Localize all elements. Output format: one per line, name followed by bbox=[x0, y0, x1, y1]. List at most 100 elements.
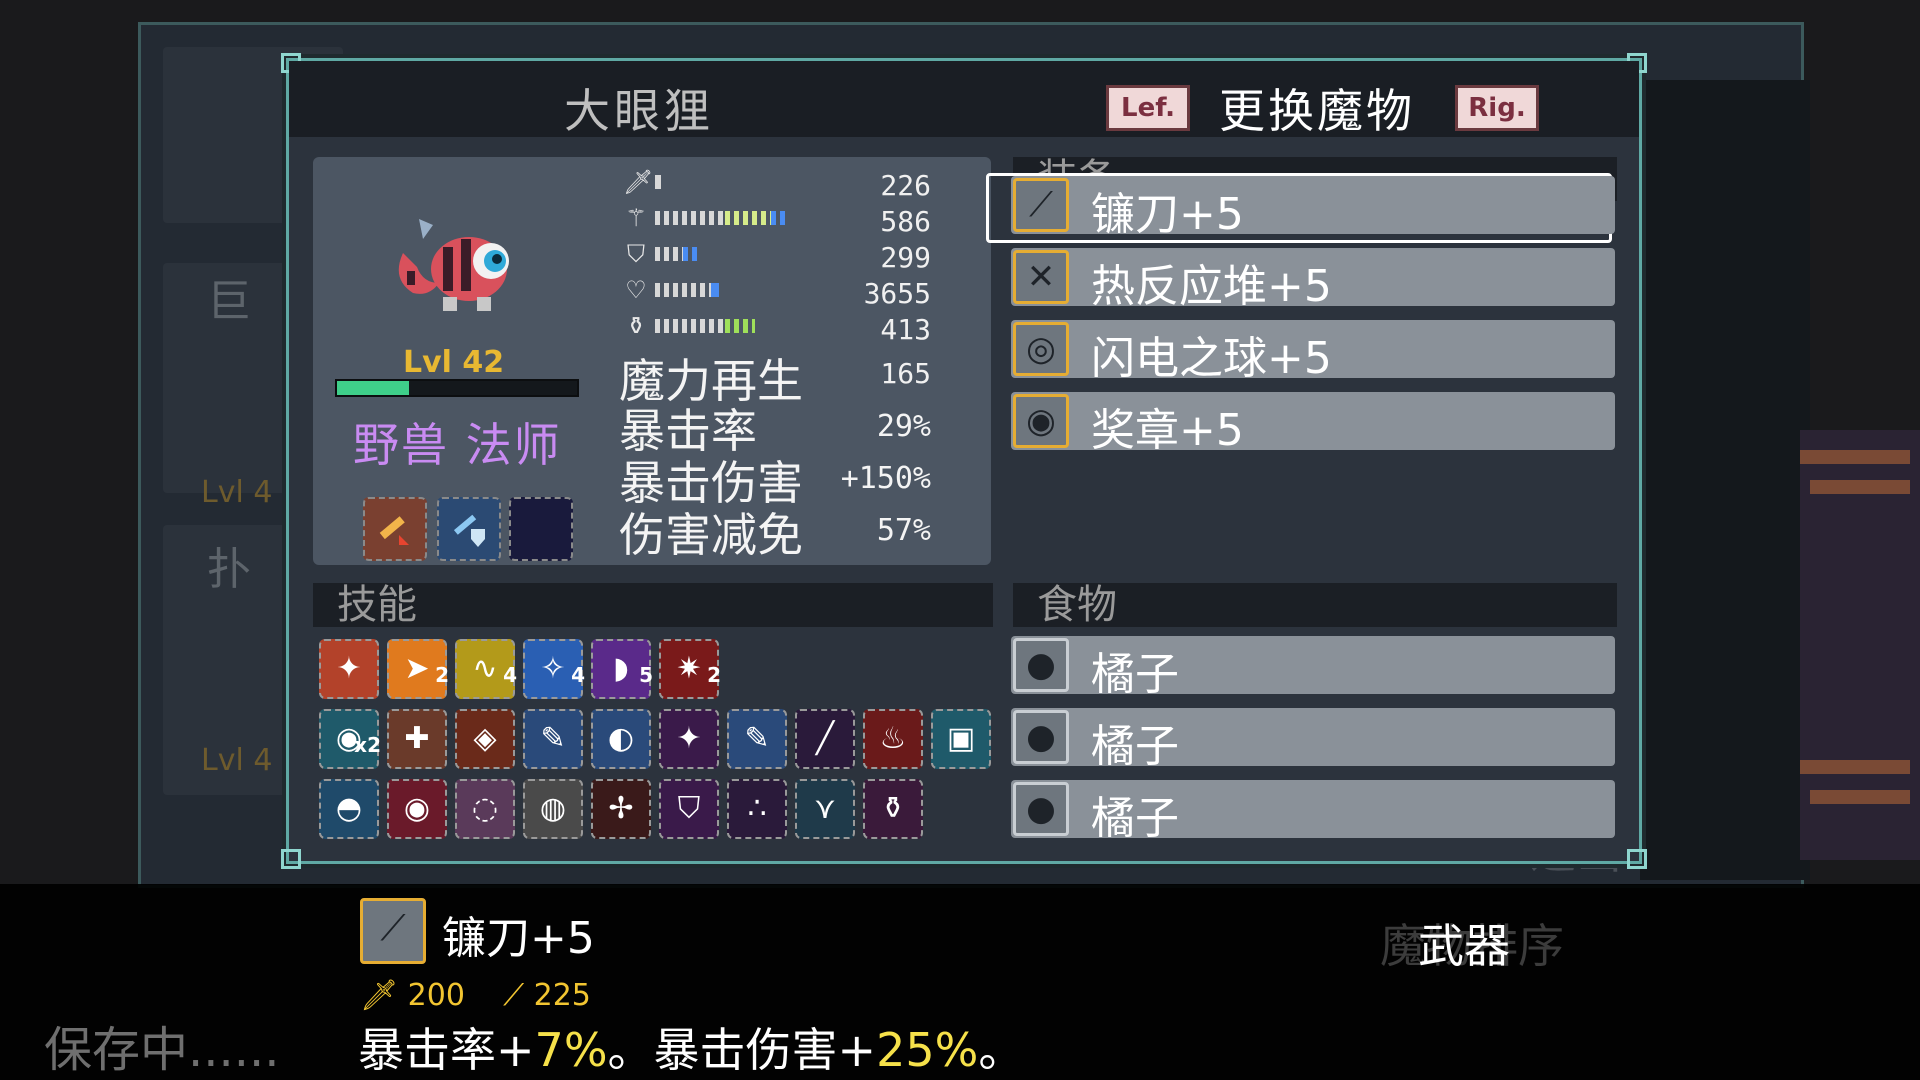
skill-stack-count: 4 bbox=[503, 663, 517, 687]
defense-stat-bar bbox=[655, 247, 683, 261]
skill-icon[interactable]: ◗ 5 bbox=[591, 639, 653, 699]
skill-icon[interactable]: ◉ bbox=[387, 779, 447, 839]
attack-stat-bar bbox=[655, 175, 661, 189]
magic-stat-bar bbox=[655, 211, 725, 225]
attack-up-icon[interactable] bbox=[363, 497, 427, 561]
selected-item-stats: 🗡 200 ⟋ 225 bbox=[360, 978, 591, 1013]
skill-icon[interactable]: ▣ bbox=[931, 709, 991, 769]
skill-stack-count: 4 bbox=[571, 663, 585, 687]
selected-item-description: 暴击率+7%。暴击伤害+25%。 bbox=[358, 1014, 1024, 1080]
food-header: 食物 bbox=[1013, 583, 1617, 627]
mana-value: 413 bbox=[880, 313, 931, 346]
skill-stack-count: 5 bbox=[639, 663, 653, 687]
desc-part: 暴击率+ bbox=[358, 1023, 535, 1077]
damage-reduction-value: 57% bbox=[876, 513, 931, 548]
food-slot-2[interactable]: ● 橘子 bbox=[1011, 708, 1615, 772]
modal-header: 大眼狸 Lef. 更换魔物 Rig. bbox=[289, 61, 1639, 138]
magic-value: 586 bbox=[880, 205, 931, 238]
bg-monster-level: Lvl 4 bbox=[201, 743, 273, 778]
equipment-slot-2[interactable]: ✕ 热反应堆+5 bbox=[1011, 248, 1615, 312]
skill-icon[interactable]: ✎ bbox=[523, 709, 583, 769]
mana-stat-bar-bonus bbox=[725, 319, 755, 333]
skill-icon[interactable]: ∴ bbox=[727, 779, 787, 839]
monster-name: 大眼狸 bbox=[564, 84, 714, 138]
desc-part: 。暴击伤害+ bbox=[607, 1023, 877, 1077]
skill-icon[interactable]: ◌ bbox=[455, 779, 515, 839]
equipment-label: 闪电之球+5 bbox=[1091, 333, 1332, 384]
skill-stack-count: 2 bbox=[435, 663, 449, 687]
equipment-slot-weapon[interactable]: ⟋ 镰刀+5 bbox=[1011, 176, 1615, 240]
crit-rate-value: 29% bbox=[876, 409, 931, 444]
selected-item-type: 武器 bbox=[1418, 919, 1510, 973]
magic-shield-icon[interactable] bbox=[437, 497, 501, 561]
monster-sprite bbox=[398, 219, 509, 311]
skill-icon[interactable]: ♨ bbox=[863, 709, 923, 769]
medal-icon: ◉ bbox=[1013, 394, 1069, 448]
desc-highlight: 25% bbox=[876, 1023, 979, 1077]
skill-icon[interactable]: ⛉ bbox=[659, 779, 719, 839]
prev-monster-button[interactable]: Lef. bbox=[1106, 85, 1190, 131]
orange-icon: ● bbox=[1013, 638, 1069, 692]
damage-reduction-label: 伤害减免 bbox=[619, 508, 803, 562]
stats-panel: Lvl 42 野兽 法师 🗡 226 ⚚ 586 ⛉ 299 ♡ 3655 ⚱ bbox=[313, 157, 991, 565]
monster-level: Lvl 42 bbox=[403, 345, 505, 380]
bg-monster-level: Lvl 4 bbox=[201, 475, 273, 510]
bg-monster-name: 扑 bbox=[207, 544, 251, 595]
lightning-orb-icon: ◎ bbox=[1013, 322, 1069, 376]
defense-stat-bar-bonus bbox=[683, 247, 701, 261]
selected-item-name: 镰刀+5 bbox=[442, 913, 595, 964]
frame-corner bbox=[1627, 849, 1647, 869]
skill-icon[interactable]: ✦ bbox=[659, 709, 719, 769]
equipment-label: 奖章+5 bbox=[1091, 405, 1244, 456]
monster-detail-modal: 大眼狸 Lef. 更换魔物 Rig. Lvl 42 野兽 法师 🗡 226 ⚚ … bbox=[281, 53, 1647, 869]
skill-stack-count: 2 bbox=[707, 663, 721, 687]
sword-icon: 🗡 bbox=[623, 168, 654, 196]
swap-monster-label: 更换魔物 bbox=[1219, 84, 1415, 138]
skill-icon[interactable]: ✧ 4 bbox=[523, 639, 585, 699]
item-attack-value: 200 bbox=[407, 978, 465, 1013]
mana-stat-bar bbox=[655, 319, 725, 333]
food-slot-1[interactable]: ● 橘子 bbox=[1011, 636, 1615, 700]
shield-icon: ⛉ bbox=[627, 240, 645, 268]
saving-indicator: 保存中...... bbox=[44, 1022, 280, 1078]
food-slot-3[interactable]: ● 橘子 bbox=[1011, 780, 1615, 844]
next-monster-button[interactable]: Rig. bbox=[1455, 85, 1539, 131]
health-stat-bar bbox=[655, 283, 711, 297]
skill-icon[interactable]: ◍ bbox=[523, 779, 583, 839]
skill-icon[interactable]: ╱ bbox=[795, 709, 855, 769]
experience-bar bbox=[335, 379, 579, 397]
equipment-slot-3[interactable]: ◎ 闪电之球+5 bbox=[1011, 320, 1615, 384]
item-magic-value: 225 bbox=[533, 978, 591, 1013]
bg-right-column bbox=[1640, 80, 1810, 880]
monster-types: 野兽 法师 bbox=[353, 418, 562, 472]
moon-icon[interactable] bbox=[509, 497, 573, 561]
skill-icon[interactable]: ⋎ bbox=[795, 779, 855, 839]
equipment-label: 热反应堆+5 bbox=[1091, 261, 1332, 312]
skill-icon[interactable]: ➤ 2 bbox=[387, 639, 449, 699]
magic-stat-bar-extra bbox=[771, 211, 789, 225]
health-stat-bar-bonus bbox=[711, 283, 719, 297]
magic-stat-bar-bonus bbox=[725, 211, 771, 225]
orange-icon: ● bbox=[1013, 782, 1069, 836]
skill-icon[interactable]: ◐ bbox=[591, 709, 651, 769]
bg-monster-name: 巨 bbox=[207, 276, 251, 327]
mana-regen-value: 165 bbox=[880, 357, 931, 390]
skill-icon[interactable]: ◈ bbox=[455, 709, 515, 769]
skill-icon[interactable]: ✦ bbox=[319, 639, 379, 699]
skill-icon[interactable]: ∿ 4 bbox=[455, 639, 517, 699]
orange-icon: ● bbox=[1013, 710, 1069, 764]
skill-icon[interactable]: ✎ bbox=[727, 709, 787, 769]
skill-stack-count: x2 bbox=[354, 733, 381, 757]
skill-icon[interactable]: ✚ bbox=[387, 709, 447, 769]
skill-icon[interactable]: ✷ 2 bbox=[659, 639, 721, 699]
skill-icon[interactable]: ⚱ bbox=[863, 779, 923, 839]
frame-corner bbox=[281, 849, 301, 869]
experience-bar-fill bbox=[337, 381, 409, 395]
defense-value: 299 bbox=[880, 241, 931, 274]
reactor-icon: ✕ bbox=[1013, 250, 1069, 304]
skill-icon[interactable]: ◓ bbox=[319, 779, 379, 839]
skill-icon[interactable]: ◉ x2 bbox=[319, 709, 381, 769]
mana-potion-icon: ⚱ bbox=[625, 312, 647, 340]
equipment-slot-4[interactable]: ◉ 奖章+5 bbox=[1011, 392, 1615, 456]
skill-icon[interactable]: ✢ bbox=[591, 779, 651, 839]
